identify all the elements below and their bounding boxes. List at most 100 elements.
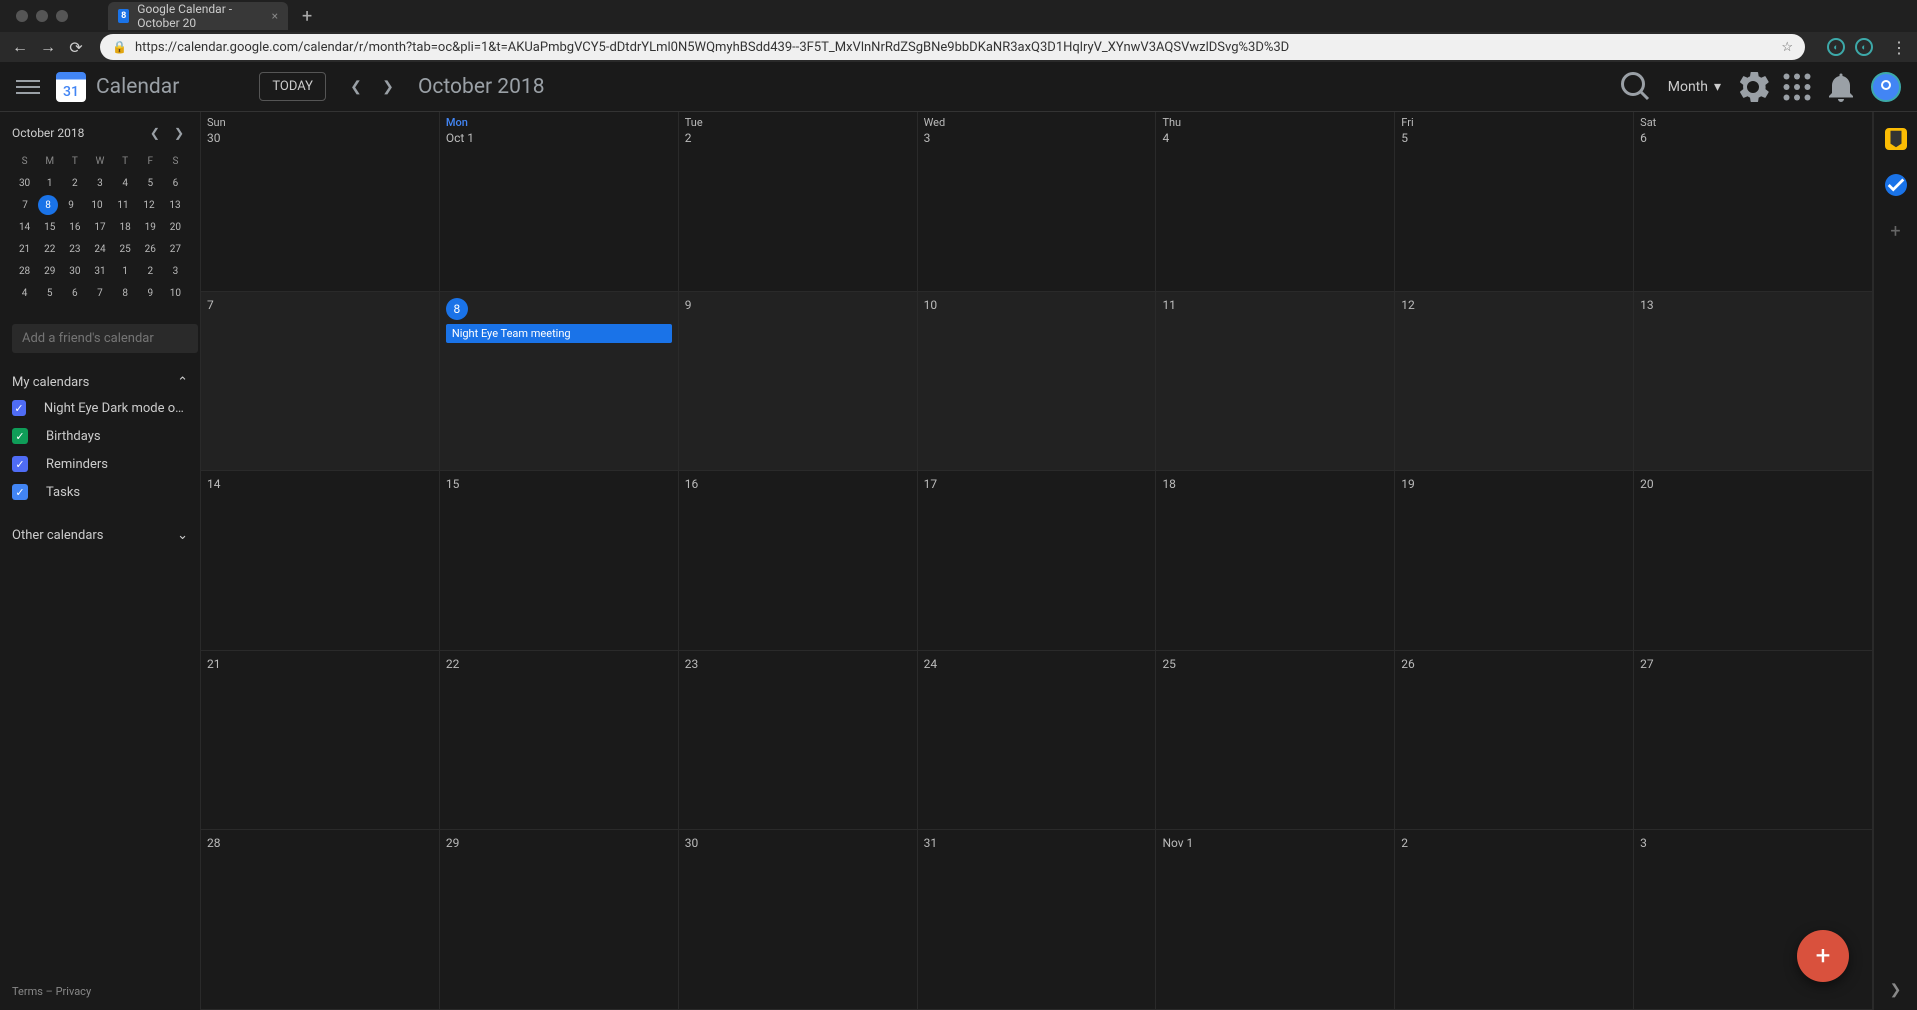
mini-next-button[interactable]: ❯ bbox=[170, 124, 188, 142]
settings-gear-icon[interactable] bbox=[1735, 69, 1771, 105]
calendar-list-item[interactable]: ✓Night Eye Dark mode on an... bbox=[12, 394, 188, 422]
mini-day-cell[interactable]: 25 bbox=[113, 238, 138, 260]
extension-icon-2[interactable]: ◐ bbox=[1855, 38, 1873, 56]
mini-day-cell[interactable]: 7 bbox=[87, 282, 112, 304]
day-cell[interactable]: 24 bbox=[918, 651, 1157, 830]
notifications-bell-icon[interactable] bbox=[1823, 69, 1859, 105]
day-cell[interactable]: Sun30 bbox=[201, 112, 440, 291]
reload-button[interactable]: ⟳ bbox=[66, 37, 86, 57]
today-button[interactable]: TODAY bbox=[259, 72, 326, 101]
mini-day-cell[interactable]: 28 bbox=[12, 260, 37, 282]
hamburger-menu-icon[interactable] bbox=[16, 75, 40, 99]
mini-day-cell[interactable]: 9 bbox=[58, 194, 84, 216]
day-cell[interactable]: 19 bbox=[1395, 471, 1634, 650]
mini-day-cell[interactable]: 30 bbox=[62, 260, 87, 282]
mini-day-cell[interactable]: 6 bbox=[62, 282, 87, 304]
calendar-checkbox[interactable]: ✓ bbox=[12, 428, 28, 444]
day-cell[interactable]: Fri5 bbox=[1395, 112, 1634, 291]
mini-day-cell[interactable]: 22 bbox=[37, 238, 62, 260]
close-dot[interactable] bbox=[16, 10, 28, 22]
privacy-link[interactable]: Privacy bbox=[56, 985, 92, 998]
my-calendars-toggle[interactable]: My calendars ⌃ bbox=[12, 371, 188, 394]
user-avatar[interactable] bbox=[1871, 72, 1901, 102]
mini-day-cell[interactable]: 18 bbox=[113, 216, 138, 238]
add-addon-icon[interactable]: + bbox=[1885, 220, 1907, 242]
day-cell[interactable]: 20 bbox=[1634, 471, 1873, 650]
day-cell[interactable]: 8Night Eye Team meeting bbox=[440, 292, 679, 471]
day-cell[interactable]: 26 bbox=[1395, 651, 1634, 830]
mini-day-cell[interactable]: 1 bbox=[37, 172, 62, 194]
search-icon[interactable] bbox=[1618, 69, 1654, 105]
bookmark-star-icon[interactable]: ☆ bbox=[1781, 40, 1793, 55]
minimize-dot[interactable] bbox=[36, 10, 48, 22]
calendar-event[interactable]: Night Eye Team meeting bbox=[446, 324, 672, 343]
mini-day-cell[interactable]: 10 bbox=[84, 194, 110, 216]
create-event-fab[interactable]: + bbox=[1797, 930, 1849, 982]
day-cell[interactable]: 16 bbox=[679, 471, 918, 650]
calendar-checkbox[interactable]: ✓ bbox=[12, 400, 26, 416]
mini-day-cell[interactable]: 4 bbox=[113, 172, 138, 194]
browser-menu-icon[interactable]: ⋮ bbox=[1891, 38, 1907, 57]
mini-day-cell[interactable]: 3 bbox=[87, 172, 112, 194]
day-cell[interactable]: 18 bbox=[1156, 471, 1395, 650]
next-period-button[interactable]: ❯ bbox=[374, 73, 402, 101]
mini-day-cell[interactable]: 8 bbox=[113, 282, 138, 304]
calendar-checkbox[interactable]: ✓ bbox=[12, 456, 28, 472]
day-cell[interactable]: 15 bbox=[440, 471, 679, 650]
mini-day-cell[interactable]: 10 bbox=[163, 282, 188, 304]
mini-day-cell[interactable]: 3 bbox=[163, 260, 188, 282]
day-cell[interactable]: 29 bbox=[440, 830, 679, 1009]
day-cell[interactable]: MonOct 1 bbox=[440, 112, 679, 291]
mini-day-cell[interactable]: 24 bbox=[87, 238, 112, 260]
day-cell[interactable]: Sat6 bbox=[1634, 112, 1873, 291]
day-cell[interactable]: 27 bbox=[1634, 651, 1873, 830]
mini-day-cell[interactable]: 29 bbox=[37, 260, 62, 282]
day-cell[interactable]: 28 bbox=[201, 830, 440, 1009]
maximize-dot[interactable] bbox=[56, 10, 68, 22]
terms-link[interactable]: Terms bbox=[12, 985, 43, 998]
day-cell[interactable]: 9 bbox=[679, 292, 918, 471]
mini-day-cell[interactable]: 26 bbox=[138, 238, 163, 260]
day-cell[interactable]: 14 bbox=[201, 471, 440, 650]
mini-day-cell[interactable]: 15 bbox=[37, 216, 62, 238]
forward-button[interactable]: → bbox=[38, 37, 58, 57]
new-tab-button[interactable]: + bbox=[302, 6, 312, 27]
mini-day-cell[interactable]: 6 bbox=[163, 172, 188, 194]
day-cell[interactable]: 23 bbox=[679, 651, 918, 830]
calendar-checkbox[interactable]: ✓ bbox=[12, 484, 28, 500]
mini-day-cell[interactable]: 13 bbox=[162, 194, 188, 216]
mini-day-cell[interactable]: 16 bbox=[62, 216, 87, 238]
mini-day-cell[interactable]: 17 bbox=[87, 216, 112, 238]
day-cell[interactable]: 30 bbox=[679, 830, 918, 1009]
mini-day-cell[interactable]: 12 bbox=[136, 194, 162, 216]
mini-day-cell[interactable]: 1 bbox=[113, 260, 138, 282]
mini-day-cell[interactable]: 8 bbox=[38, 195, 58, 215]
mini-day-cell[interactable]: 31 bbox=[87, 260, 112, 282]
browser-tab[interactable]: 8 Google Calendar - October 20 × bbox=[108, 2, 288, 30]
prev-period-button[interactable]: ❮ bbox=[342, 73, 370, 101]
day-cell[interactable]: 11 bbox=[1156, 292, 1395, 471]
url-bar[interactable]: 🔒 https://calendar.google.com/calendar/r… bbox=[100, 34, 1805, 60]
mini-day-cell[interactable]: 14 bbox=[12, 216, 37, 238]
mini-day-cell[interactable]: 2 bbox=[62, 172, 87, 194]
mini-day-cell[interactable]: 9 bbox=[138, 282, 163, 304]
day-cell[interactable]: Thu4 bbox=[1156, 112, 1395, 291]
calendar-list-item[interactable]: ✓Reminders bbox=[12, 450, 188, 478]
calendar-list-item[interactable]: ✓Birthdays bbox=[12, 422, 188, 450]
mini-day-cell[interactable]: 5 bbox=[138, 172, 163, 194]
mini-day-cell[interactable]: 23 bbox=[62, 238, 87, 260]
mini-day-cell[interactable]: 11 bbox=[110, 194, 136, 216]
keep-icon[interactable] bbox=[1885, 128, 1907, 150]
calendar-list-item[interactable]: ✓Tasks bbox=[12, 478, 188, 506]
tasks-icon[interactable] bbox=[1885, 174, 1907, 196]
other-calendars-toggle[interactable]: Other calendars ⌄ bbox=[12, 524, 188, 547]
day-cell[interactable]: 12 bbox=[1395, 292, 1634, 471]
day-cell[interactable]: 3 bbox=[1634, 830, 1873, 1009]
day-cell[interactable]: 10 bbox=[918, 292, 1157, 471]
mini-day-cell[interactable]: 19 bbox=[138, 216, 163, 238]
mini-day-cell[interactable]: 20 bbox=[163, 216, 188, 238]
mini-day-cell[interactable]: 7 bbox=[12, 194, 38, 216]
day-cell[interactable]: Nov 1 bbox=[1156, 830, 1395, 1009]
day-cell[interactable]: 7 bbox=[201, 292, 440, 471]
day-cell[interactable]: Tue2 bbox=[679, 112, 918, 291]
